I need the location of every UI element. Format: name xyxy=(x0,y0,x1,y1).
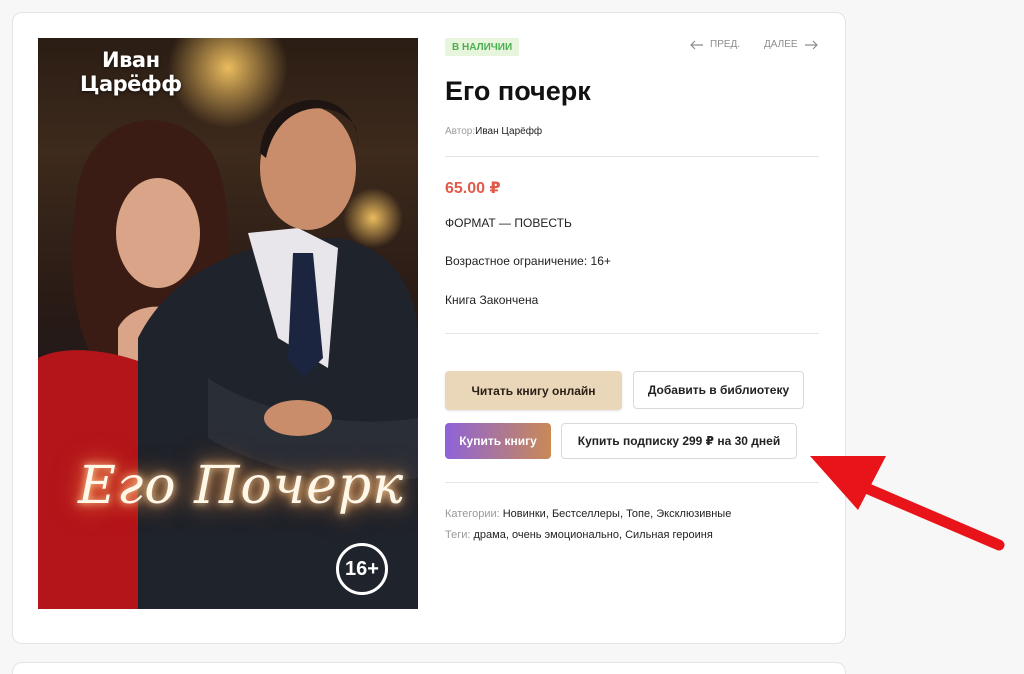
stock-badge: В НАЛИЧИИ xyxy=(445,38,520,56)
author-row: Автор:Иван Царёфф xyxy=(445,126,542,137)
category-link[interactable]: Новинки xyxy=(503,508,546,520)
buy-book-button[interactable]: Купить книгу xyxy=(445,423,551,459)
divider xyxy=(445,156,819,157)
age-limit-info: Возрастное ограничение: 16+ xyxy=(445,254,611,268)
category-link[interactable]: Бестселлеры xyxy=(552,508,620,520)
arrow-right-icon xyxy=(804,40,818,49)
price: 65.00 ₽ xyxy=(445,180,501,197)
cover-author-line1: Иван xyxy=(102,48,160,72)
annotation-arrow-icon xyxy=(810,456,1005,551)
tag-link[interactable]: очень эмоционально xyxy=(512,529,619,541)
divider xyxy=(445,482,819,483)
product-title: Его почерк xyxy=(445,76,591,106)
tag-link[interactable]: Сильная героиня xyxy=(625,529,713,541)
prev-label: ПРЕД. xyxy=(710,39,741,50)
format-info: ФОРМАТ — ПОВЕСТЬ xyxy=(445,216,572,230)
author-label: Автор: xyxy=(445,126,476,137)
cover-title: Его Почерк xyxy=(78,456,405,516)
cover-age-badge: 16+ xyxy=(336,543,388,595)
cover-author-line2: Царёфф xyxy=(80,72,182,96)
category-link[interactable]: Эксклюзивные xyxy=(656,508,731,520)
prev-link[interactable]: ПРЕД. xyxy=(690,39,740,50)
divider xyxy=(445,333,819,334)
tag-link[interactable]: драма xyxy=(474,529,506,541)
cover-illustration xyxy=(38,38,418,609)
category-link[interactable]: Топе xyxy=(626,508,650,520)
cover-author: Иван Царёфф xyxy=(80,48,182,96)
next-link[interactable]: ДАЛЕЕ xyxy=(764,39,818,50)
categories-label: Категории: xyxy=(445,508,500,520)
status-info: Книга Закончена xyxy=(445,293,539,307)
author-name-link[interactable]: Иван Царёфф xyxy=(475,126,542,137)
arrow-left-icon xyxy=(690,40,703,49)
next-section-card xyxy=(12,662,846,674)
categories-row: Категории: Новинки, Бестселлеры, Топе, Э… xyxy=(445,508,732,520)
tags-label: Теги: xyxy=(445,529,471,541)
tags-row: Теги: драма, очень эмоционально, Сильная… xyxy=(445,529,713,541)
next-label: ДАЛЕЕ xyxy=(764,39,798,50)
buy-subscription-button[interactable]: Купить подписку 299 ₽ на 30 дней xyxy=(561,423,797,459)
add-to-library-button[interactable]: Добавить в библиотеку xyxy=(633,371,804,409)
read-online-button[interactable]: Читать книгу онлайн xyxy=(445,371,622,410)
book-cover-image: Иван Царёфф Его Почерк 16+ xyxy=(38,38,418,609)
